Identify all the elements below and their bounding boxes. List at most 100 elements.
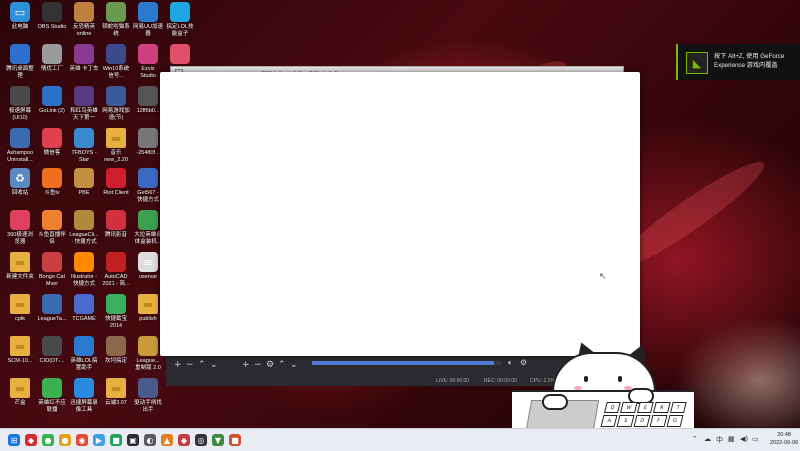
battery-icon[interactable]: ▭	[752, 435, 759, 443]
desktop-icon--[interactable]: 迅捷屏幕录 像工具	[66, 378, 102, 413]
desktop-icon--[interactable]: 驱动手柄找 出手	[130, 378, 166, 413]
desktop-icon--[interactable]: ▭ 此电脑	[2, 2, 38, 31]
desktop-icon--[interactable]: 腾讯影音	[98, 210, 134, 239]
grid-icon	[10, 44, 30, 64]
scene-add-button[interactable]: +	[174, 360, 182, 370]
wechat-icon[interactable]: ●	[42, 434, 54, 446]
taskbar-app-icon[interactable]: ●	[59, 434, 71, 446]
taskbar-app-icon[interactable]: ■	[229, 434, 241, 446]
league-icon	[74, 210, 94, 230]
desktop-icon-label: 芒盒	[14, 400, 26, 406]
desktop-icon-label: 360极速浏 览器	[7, 232, 33, 245]
desktop-icon-riot-client[interactable]: Riot Client	[98, 168, 134, 197]
desktop-icon-tcgame[interactable]: TCGAME	[66, 294, 102, 323]
desktop-icon--[interactable]: 微信客	[34, 128, 70, 157]
taskbar-app-icon[interactable]: ◐	[144, 434, 156, 446]
desktop-icon-cio-dt-[interactable]: CIO(DT-...	[34, 336, 70, 365]
desktop-icon-illustrator-[interactable]: Illustrator - 快捷方式	[66, 252, 102, 287]
game-icon	[106, 2, 126, 22]
win-icon	[106, 44, 126, 64]
cio-icon	[42, 336, 62, 356]
desktop-icon--[interactable]: ♻ 回收站	[2, 168, 38, 197]
desktop-icon-autocad[interactable]: AutoCAD 2021 - 简...	[98, 252, 134, 287]
cat-right-eye	[618, 376, 622, 382]
desktop-icon--[interactable]: 网易游戏加 速(节)	[98, 86, 134, 121]
desktop-icon-ashampoo[interactable]: Ashampoo Uninstall...	[2, 128, 38, 163]
desktop-icon--lol-[interactable]: 搞定LOL技 能盒子	[162, 2, 198, 37]
desktop-icon-win10-[interactable]: Win10系统 信号...	[98, 44, 134, 79]
desktop-icon--[interactable]: ▬ 音乐 new_2.20	[98, 128, 134, 163]
ashampoo-icon	[10, 128, 30, 148]
taskbar-app-icon[interactable]: ◆	[178, 434, 190, 446]
desktop-icon--3-07[interactable]: ▬ 云端3.07	[98, 378, 134, 407]
desktop-icon-label: OBS Studio	[37, 24, 67, 30]
desktop-icon-label: 此电脑	[11, 24, 29, 30]
input-method-icon[interactable]: 中	[716, 435, 723, 445]
desktop-icon--[interactable]: 快捷截宝 2014	[98, 294, 134, 329]
scene-down-button[interactable]: ⌄	[210, 360, 218, 370]
desktop-icon-label: PBE	[78, 190, 90, 196]
desktop-icon--[interactable]: 和红鸟英雄 天下第一	[66, 86, 102, 121]
desktop-icon-leagueta-[interactable]: LeagueTa...	[34, 294, 70, 323]
desktop-icon--[interactable]: 反恐精英 online	[66, 2, 102, 37]
windows-start-icon[interactable]: ⊞	[8, 434, 20, 446]
desktop-icon--[interactable]: 英雄 卡丁车	[66, 44, 102, 73]
cat-key: Q	[603, 402, 622, 414]
desktop-icon-label: 迅捷屏幕录 像工具	[70, 400, 98, 413]
desktop-icon--tv[interactable]: 斗鱼tv	[34, 168, 70, 197]
desktop-icon-pbe[interactable]: PBE	[66, 168, 102, 197]
taskbar-app-icon[interactable]: ▼	[212, 434, 224, 446]
system-clock[interactable]: 20:48 2022-06-06	[770, 431, 798, 447]
taskbar-app-icon[interactable]: ▲	[161, 434, 173, 446]
cloud-icon[interactable]: ☁	[704, 435, 711, 443]
source-remove-button[interactable]: −	[254, 360, 262, 370]
desktop-icon-360-[interactable]: 360极速浏 览器	[2, 210, 38, 245]
desktop-icon-item-11[interactable]	[162, 44, 198, 66]
audio-volume-meter[interactable]	[312, 361, 502, 365]
desktop-icon--[interactable]: ▬ 芒盒	[2, 378, 38, 407]
desktop-icon-golink-2-[interactable]: GoLink (2)	[34, 86, 70, 115]
tcgame-icon	[74, 294, 94, 314]
taskbar-app-icon[interactable]: ■	[110, 434, 122, 446]
desktop-icon-cptk[interactable]: ▬ cptk	[2, 294, 38, 323]
source-add-button[interactable]: +	[242, 360, 250, 370]
desktop-icon--[interactable]: 情优工厂	[34, 44, 70, 73]
clock-time: 20:48	[777, 432, 791, 438]
ezviz-icon	[138, 44, 158, 64]
desktop-icon-obs-studio[interactable]: OBS Studio	[34, 2, 70, 31]
taskbar-app-icon[interactable]: ▶	[93, 434, 105, 446]
desktop-icon--[interactable]: 顿蛇啦猫系 统	[98, 2, 134, 37]
volume-icon[interactable]: ◀)	[740, 435, 748, 443]
source-up-button[interactable]: ⌃	[278, 360, 286, 370]
desktop-icon-bongo-cat[interactable]: Bongo Cat Mver	[34, 252, 70, 287]
taskbar-app-icon[interactable]: ▣	[127, 434, 139, 446]
desktop-icon--uu-[interactable]: 网易UU加速 器	[130, 2, 166, 37]
network-icon[interactable]: ▦	[728, 435, 735, 443]
desktop-icon-label: Ashampoo Uninstall...	[6, 150, 34, 163]
geforce-notification[interactable]: ◣ 按下 Alt+Z, 使用 GeForce Experience 游戏内覆盖	[676, 44, 800, 80]
source-down-button[interactable]: ⌄	[290, 360, 298, 370]
taskbar-app-icon[interactable]: ◆	[25, 434, 37, 446]
blank-dialog-window[interactable]	[160, 72, 640, 356]
chevron-up-icon[interactable]: ⌃	[692, 435, 698, 443]
desktop-icon--[interactable]: 斗鱼直播伴 侣	[34, 210, 70, 245]
chrome-icon[interactable]: ◉	[76, 434, 88, 446]
obs-icon[interactable]: ◎	[195, 434, 207, 446]
desktop-icon-scm-10-[interactable]: ▬ SCM-10...	[2, 336, 38, 365]
desktop-icon-label: 搞定LOL技 能盒子	[166, 24, 194, 37]
desktop-icon--[interactable]: 极速屏幕 (UI10)	[2, 86, 38, 121]
cat-left-paw	[542, 394, 568, 410]
folder-icon: ▬	[10, 378, 30, 398]
scene-up-button[interactable]: ⌃	[198, 360, 206, 370]
desktop-icon-tfboys-[interactable]: TFBOYS - Star	[66, 128, 102, 163]
desktop-icon--lol-[interactable]: 英雄LOL搞 置助手	[66, 336, 102, 371]
source-settings-button[interactable]: ⚙	[266, 360, 274, 370]
scene-remove-button[interactable]: −	[186, 360, 194, 370]
desktop-icon--[interactable]: ▬ 新建文件夹	[2, 252, 38, 281]
live-status: LIVE: 00:00:00	[436, 378, 470, 384]
desktop-icon--[interactable]: 英雄红不应 联播	[34, 378, 70, 413]
desktop-icon-leaguecli-[interactable]: LeagueCli... - 快捷方式	[66, 210, 102, 245]
desktop-icon--[interactable]: 坎坷搞定	[98, 336, 134, 365]
desktop-icon--[interactable]: 腾讯桌面整 理	[2, 44, 38, 79]
cat-key: A	[600, 415, 618, 427]
